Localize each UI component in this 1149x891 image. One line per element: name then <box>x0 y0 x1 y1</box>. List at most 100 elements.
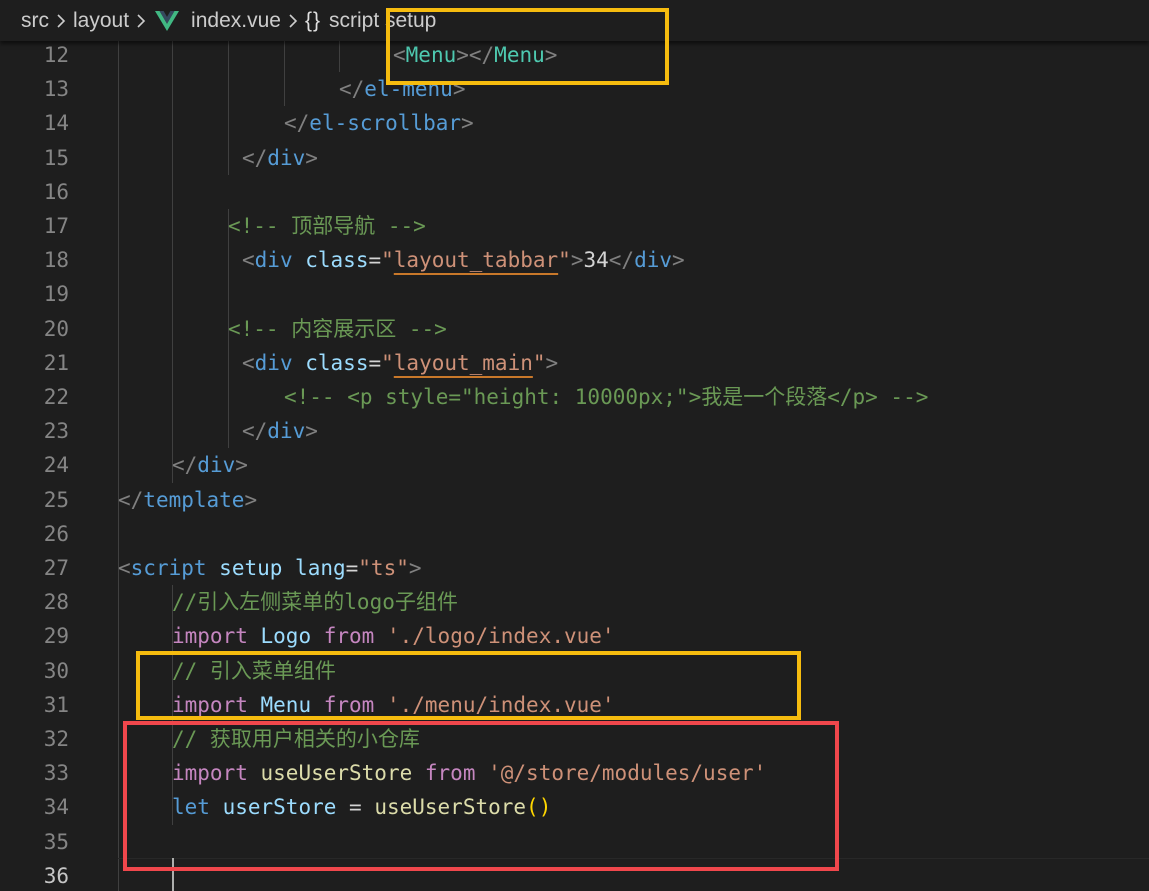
code-line[interactable]: 16 <box>0 175 1149 209</box>
code-token: " <box>532 350 546 375</box>
code-line[interactable]: 25 </template> <box>0 483 1149 517</box>
code-token: template <box>143 487 245 512</box>
code-token: " <box>381 350 394 375</box>
code-token: div <box>254 350 293 375</box>
code-token: < <box>242 350 255 375</box>
code-line[interactable]: 20 <!-- 内容展示区 --> <box>0 312 1149 346</box>
line-number: 13 <box>43 77 69 102</box>
code-line[interactable]: 15 </div> <box>0 141 1149 175</box>
code-token: import <box>172 624 248 649</box>
code-token: Logo <box>260 624 312 649</box>
code-token: < <box>118 556 131 580</box>
line-number: 16 <box>43 179 69 204</box>
code-token: = <box>345 556 359 580</box>
line-number: 32 <box>43 727 69 751</box>
line-content: <!-- 内容展示区 --> <box>228 312 447 346</box>
code-token: div <box>267 419 306 444</box>
line-content: </template> <box>118 483 257 517</box>
line-number: 35 <box>43 829 69 854</box>
code-token: = <box>368 248 382 273</box>
line-content: </el-scrollbar> <box>284 106 474 140</box>
code-token: > <box>570 248 584 273</box>
line-number: 33 <box>43 761 69 786</box>
code-line[interactable]: 17 <!-- 顶部导航 --> <box>0 209 1149 243</box>
code-token: </ <box>242 419 268 444</box>
line-number: 28 <box>43 590 69 615</box>
chevron-right-icon <box>287 13 299 28</box>
code-token: < <box>242 248 255 273</box>
line-content: //引入左侧菜单的logo子组件 <box>172 585 458 619</box>
line-content: <script setup lang="ts"> <box>118 551 422 585</box>
code-line[interactable]: 24 </div> <box>0 448 1149 482</box>
code-token: > <box>461 111 474 136</box>
code-token: setup <box>219 556 283 580</box>
highlight-box-user-store <box>123 721 839 871</box>
line-content: import Logo from './logo/index.vue' <box>172 619 615 653</box>
code-line[interactable]: 29 import Logo from './logo/index.vue' <box>0 619 1149 653</box>
line-number: 26 <box>43 521 69 546</box>
highlight-box-menu-tag <box>386 8 669 85</box>
code-token: </ <box>284 111 310 136</box>
line-number: 36 <box>43 863 69 888</box>
code-line[interactable]: 28 //引入左侧菜单的logo子组件 <box>0 585 1149 619</box>
line-content: </div> <box>172 448 248 482</box>
chevron-right-icon <box>55 13 67 28</box>
breadcrumb-src[interactable]: src <box>21 9 49 33</box>
code-token: > <box>305 145 318 170</box>
code-token: > <box>408 556 422 580</box>
code-token: > <box>672 248 685 273</box>
code-token: " <box>558 248 571 273</box>
code-token: </ <box>339 77 365 102</box>
code-line[interactable]: 26 <box>0 517 1149 551</box>
code-token: //引入左侧菜单的logo子组件 <box>172 590 458 615</box>
code-token: > <box>244 487 258 512</box>
code-line[interactable]: 19 <box>0 277 1149 311</box>
line-content: </div> <box>242 141 318 175</box>
code-token: " <box>381 248 394 273</box>
line-number: 14 <box>43 111 69 136</box>
line-number: 20 <box>43 316 69 341</box>
code-line[interactable]: 23 </div> <box>0 414 1149 448</box>
line-content: <div class="layout_main"> <box>242 346 558 380</box>
code-token: > <box>235 453 248 478</box>
code-token: <!-- 内容展示区 --> <box>228 316 447 341</box>
breadcrumb-index-vue[interactable]: index.vue <box>191 9 281 33</box>
line-content: <!-- 顶部导航 --> <box>228 209 426 243</box>
code-line[interactable]: 18 <div class="layout_tabbar">34</div> <box>0 243 1149 277</box>
code-token: </ <box>172 453 198 478</box>
code-token: "ts" <box>358 556 409 580</box>
line-number: 25 <box>43 487 69 512</box>
code-line[interactable]: 14 </el-scrollbar> <box>0 106 1149 140</box>
line-content: <div class="layout_tabbar">34</div> <box>242 243 685 277</box>
breadcrumb-layout[interactable]: layout <box>73 9 129 33</box>
line-number: 30 <box>43 658 69 683</box>
code-token: layout_tabbar <box>393 248 559 273</box>
line-number: 23 <box>43 419 69 444</box>
code-token: div <box>267 145 306 170</box>
braces-icon: {} <box>304 8 321 32</box>
code-token: <!-- <p style="height: 10000px;">我是一个段落<… <box>284 385 929 409</box>
code-token: </ <box>118 487 144 512</box>
chevron-right-icon <box>135 13 147 28</box>
code-token: script <box>130 556 207 580</box>
line-number: 24 <box>43 453 69 478</box>
line-number: 19 <box>43 282 69 307</box>
code-line[interactable]: 27 <script setup lang="ts"> <box>0 551 1149 585</box>
code-token: lang <box>295 556 346 580</box>
line-number: 29 <box>43 624 69 649</box>
code-line[interactable]: 22 <!-- <p style="height: 10000px;">我是一个段… <box>0 380 1149 414</box>
code-token: class <box>305 248 369 273</box>
highlight-box-menu-import <box>136 651 801 720</box>
code-token: > <box>545 350 559 375</box>
vue-logo-icon <box>155 10 180 31</box>
line-content: </div> <box>242 414 318 448</box>
line-number: 21 <box>43 350 69 375</box>
code-line[interactable]: 21 <div class="layout_main"> <box>0 346 1149 380</box>
